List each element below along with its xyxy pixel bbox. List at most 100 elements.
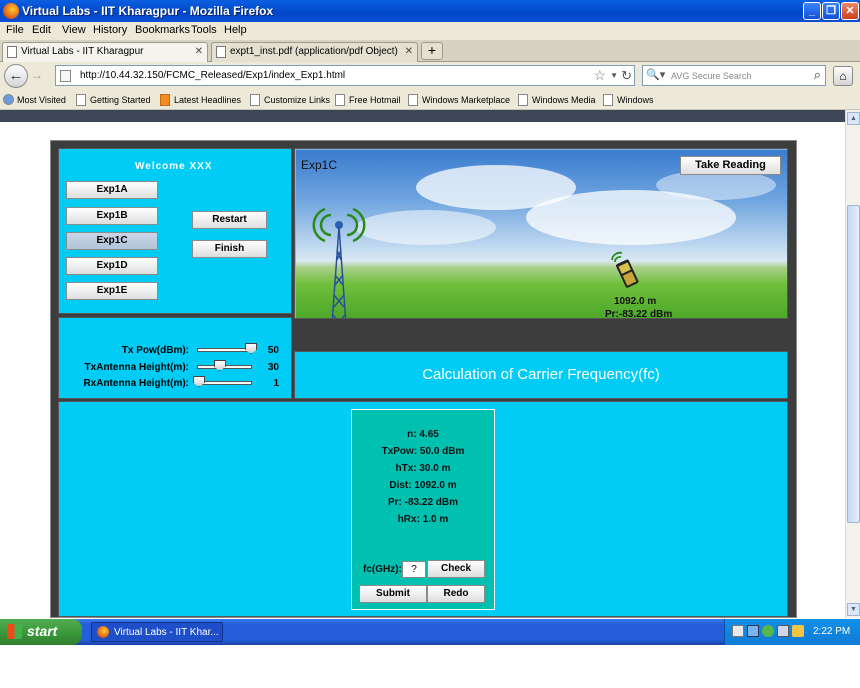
received-power-readout: Pr:-83.22 dBm [605, 309, 673, 318]
exp1a-button[interactable]: Exp1A [66, 181, 158, 199]
menu-bookmarks[interactable]: Bookmarks [135, 24, 190, 36]
start-button[interactable]: start [0, 619, 82, 645]
bookmark-label: Getting Started [90, 95, 151, 105]
exp1e-button[interactable]: Exp1E [66, 282, 158, 300]
reading-hrx: hRx: 1.0 m [397, 514, 449, 525]
rss-icon [160, 94, 170, 106]
rx-antenna-height-slider-thumb[interactable] [193, 376, 205, 387]
bookmark-label: Most Visited [17, 95, 66, 105]
page-content: Welcome XXX Exp1A Exp1B Exp1C Exp1D Exp1… [0, 110, 845, 618]
tray-security-icon[interactable] [762, 625, 774, 637]
scene-panel: Exp1C Take Reading 1092.0 m Pr:-83.22 dB… [294, 148, 788, 319]
bookmark-star-icon[interactable]: ☆ [593, 67, 606, 84]
calculation-title-panel: Calculation of Carrier Frequency(fc) [294, 351, 788, 399]
page-icon [603, 94, 613, 106]
bookmark-windows-media[interactable]: Windows Media [518, 94, 596, 106]
search-icon[interactable]: ⌕ [814, 67, 821, 83]
minimize-button[interactable]: _ [803, 2, 821, 20]
page-icon [250, 94, 260, 106]
fc-input[interactable]: ? [402, 561, 426, 578]
bookmark-label: Customize Links [264, 95, 331, 105]
search-input[interactable]: 🔍▾ AVG Secure Search ⌕ [642, 65, 826, 86]
rx-antenna-height-slider-track[interactable] [197, 381, 252, 385]
start-label: start [27, 623, 58, 639]
back-button[interactable]: ← [4, 64, 28, 88]
take-reading-button[interactable]: Take Reading [680, 156, 781, 175]
menu-file[interactable]: File [6, 24, 24, 36]
tab-label: Virtual Labs - IIT Kharagpur [21, 46, 144, 57]
tx-power-slider-thumb[interactable] [245, 343, 257, 354]
clock: 2:22 PM [813, 626, 851, 637]
page-scrollbar[interactable]: ▲ ▼ [845, 110, 860, 618]
forward-button[interactable]: → [29, 68, 45, 84]
taskbar-item-firefox[interactable]: Virtual Labs - IIT Khar... [91, 622, 223, 642]
tray-volume-icon[interactable] [777, 625, 789, 637]
reading-txpow: TxPow: 50.0 dBm [381, 446, 465, 457]
menu-edit[interactable]: Edit [32, 24, 51, 36]
close-button[interactable]: ✕ [841, 2, 859, 20]
result-panel: n: 4.65 TxPow: 50.0 dBm hTx: 30.0 m Dist… [58, 401, 788, 617]
tray-app-icon[interactable] [732, 625, 744, 637]
reload-icon[interactable]: ↻ [621, 68, 632, 84]
windows-logo-icon [7, 624, 22, 639]
restart-button[interactable]: Restart [192, 211, 267, 229]
page-icon [7, 46, 17, 58]
redo-button[interactable]: Redo [427, 585, 485, 603]
mobile-phone-icon [611, 251, 639, 288]
header-strip [0, 110, 845, 122]
rx-antenna-height-label: RxAntenna Height(m): [83, 378, 189, 389]
window-title: Virtual Labs - IIT Kharagpur - Mozilla F… [22, 4, 274, 18]
page-icon [216, 46, 226, 58]
bookmark-latest-headlines[interactable]: Latest Headlines [160, 94, 242, 106]
home-button[interactable]: ⌂ [833, 66, 853, 86]
reading-box: n: 4.65 TxPow: 50.0 dBm hTx: 30.0 m Dist… [351, 409, 495, 610]
bookmark-windows[interactable]: Windows [603, 94, 654, 106]
bookmark-label: Windows Marketplace [422, 95, 511, 105]
system-tray: 2:22 PM [724, 619, 860, 645]
tab-close-icon[interactable]: ✕ [405, 46, 413, 57]
menu-history[interactable]: History [93, 24, 127, 36]
rx-antenna-height-value: 1 [273, 378, 279, 389]
tab-label: expt1_inst.pdf (application/pdf Object) [230, 46, 398, 57]
landscape-scene: Exp1C Take Reading 1092.0 m Pr:-83.22 dB… [296, 150, 787, 318]
scroll-down-arrow-icon[interactable]: ▼ [847, 603, 860, 616]
scroll-up-arrow-icon[interactable]: ▲ [847, 112, 860, 125]
exp1c-button[interactable]: Exp1C [66, 232, 158, 250]
tab-pdf[interactable]: expt1_inst.pdf (application/pdf Object) … [211, 42, 418, 62]
check-button[interactable]: Check [427, 560, 485, 578]
bookmark-free-hotmail[interactable]: Free Hotmail [335, 94, 401, 106]
tray-update-icon[interactable] [792, 625, 804, 637]
bookmark-most-visited[interactable]: Most Visited [3, 94, 66, 105]
new-tab-button[interactable]: + [421, 42, 443, 60]
reading-n: n: 4.65 [407, 429, 439, 440]
most-visited-icon [3, 94, 14, 105]
bookmark-windows-marketplace[interactable]: Windows Marketplace [408, 94, 511, 106]
menu-help[interactable]: Help [224, 24, 247, 36]
bookmark-getting-started[interactable]: Getting Started [76, 94, 151, 106]
scrollbar-thumb[interactable] [847, 205, 860, 523]
maximize-button[interactable]: ❐ [822, 2, 840, 20]
exp1b-button[interactable]: Exp1B [66, 207, 158, 225]
bookmark-label: Latest Headlines [174, 95, 242, 105]
finish-button[interactable]: Finish [192, 240, 267, 258]
java-applet: Welcome XXX Exp1A Exp1B Exp1C Exp1D Exp1… [50, 140, 797, 618]
bookmark-customize-links[interactable]: Customize Links [250, 94, 331, 106]
url-bar[interactable]: http://10.44.32.150/FCMC_Released/Exp1/i… [55, 65, 635, 86]
bookmark-label: Windows [617, 95, 654, 105]
page-icon [335, 94, 345, 106]
menu-tools[interactable]: Tools [191, 24, 217, 36]
menu-view[interactable]: View [62, 24, 86, 36]
tab-virtual-labs[interactable]: Virtual Labs - IIT Kharagpur ✕ [2, 42, 208, 62]
submit-button[interactable]: Submit [359, 585, 427, 603]
welcome-text: Welcome XXX [135, 161, 213, 172]
tab-close-icon[interactable]: ✕ [195, 46, 203, 57]
url-dropdown-icon[interactable]: ▼ [610, 71, 618, 80]
page-icon [76, 94, 86, 106]
exp1d-button[interactable]: Exp1D [66, 257, 158, 275]
firefox-icon [3, 3, 19, 19]
tray-network-icon[interactable] [747, 625, 759, 637]
navigation-bar: ← → http://10.44.32.150/FCMC_Released/Ex… [0, 62, 860, 90]
search-engine-icon[interactable]: 🔍▾ [646, 68, 665, 81]
tx-power-slider-track[interactable] [197, 348, 252, 352]
tx-antenna-height-slider-thumb[interactable] [213, 360, 226, 371]
